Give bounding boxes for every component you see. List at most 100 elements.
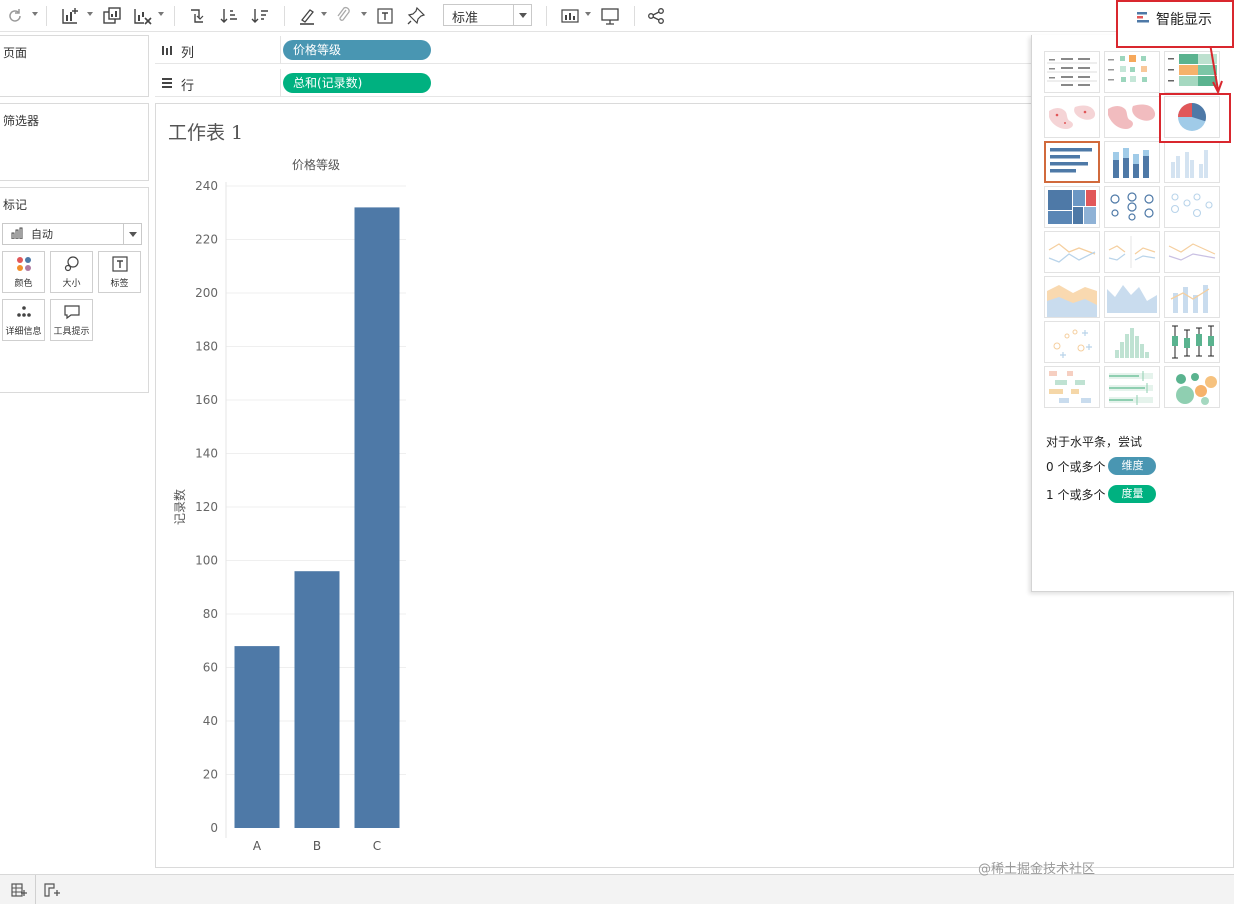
clear-sheet-icon[interactable] — [130, 4, 154, 28]
clear-sheet-caret-icon[interactable] — [158, 12, 164, 16]
chevron-down-icon[interactable] — [513, 5, 531, 25]
label-button[interactable]: 标签 — [98, 251, 141, 293]
new-sheet-icon[interactable] — [58, 4, 82, 28]
show-labels-icon[interactable] — [374, 4, 396, 28]
dimension-prefix: 0 个或多个 — [1046, 459, 1106, 474]
mark-type-select[interactable]: 自动 — [2, 223, 142, 245]
rows-shelf[interactable]: 行 总和(记录数) — [155, 69, 1031, 97]
toolbar-divider — [174, 6, 175, 26]
shelf-divider — [280, 36, 281, 64]
detail-label: 详细信息 — [5, 327, 42, 337]
filters-title: 筛选器 — [3, 114, 40, 128]
chart-header: 价格等级 — [292, 157, 340, 172]
filters-panel[interactable]: 筛选器 — [0, 103, 149, 181]
y-tick-label: 140 — [195, 447, 218, 461]
sort-ascending-icon[interactable] — [218, 4, 240, 28]
duplicate-sheet-icon[interactable] — [100, 4, 124, 28]
tab-divider — [35, 875, 36, 904]
detail-button[interactable]: 详细信息 — [2, 299, 45, 341]
tooltip-button[interactable]: 工具提示 — [50, 299, 93, 341]
swap-icon[interactable] — [186, 4, 208, 28]
gantt-chart-thumb[interactable] — [1044, 366, 1100, 408]
sort-descending-icon[interactable] — [249, 4, 271, 28]
pie-highlight-box — [1159, 93, 1231, 143]
new-dashboard-tab-icon[interactable] — [38, 880, 66, 900]
chevron-down-icon[interactable] — [123, 224, 141, 244]
y-tick-label: 200 — [195, 286, 218, 300]
pages-title: 页面 — [3, 46, 28, 60]
symbol-map-thumb[interactable] — [1044, 96, 1100, 138]
y-tick-label: 120 — [195, 500, 218, 514]
box-whisker-thumb[interactable] — [1164, 321, 1220, 363]
treemap-thumb[interactable] — [1044, 186, 1100, 228]
bullet-graph-thumb[interactable] — [1104, 366, 1160, 408]
color-label: 颜色 — [14, 279, 33, 289]
y-tick-label: 40 — [203, 714, 218, 728]
y-tick-label: 80 — [203, 607, 218, 621]
columns-shelf[interactable]: 列 价格等级 — [155, 36, 1031, 64]
presentation-icon[interactable] — [598, 4, 622, 28]
area-continuous-thumb[interactable] — [1044, 276, 1100, 318]
fit-select[interactable]: 标准 — [443, 4, 532, 26]
share-icon[interactable] — [645, 4, 667, 28]
bar-B — [294, 571, 340, 828]
dual-line-thumb[interactable] — [1164, 231, 1220, 273]
rows-label: 行 — [181, 79, 195, 94]
bar-A — [234, 646, 280, 828]
columns-icon — [161, 44, 181, 60]
fit-select-value: 标准 — [452, 11, 479, 26]
circle-view-thumb[interactable] — [1104, 186, 1160, 228]
marks-panel: 标记 自动 颜色 大小 标签 详细信息 工具提示 — [0, 187, 149, 393]
columns-pill[interactable]: 价格等级 — [283, 40, 431, 60]
show-cards-icon[interactable] — [558, 4, 582, 28]
y-tick-label: 0 — [210, 821, 218, 835]
new-sheet-caret-icon[interactable] — [87, 12, 93, 16]
marks-title: 标记 — [3, 198, 28, 212]
bar-chart-icon — [11, 227, 25, 242]
refresh-caret-icon[interactable] — [32, 12, 38, 16]
y-tick-label: 20 — [203, 768, 218, 782]
pin-icon[interactable] — [405, 4, 427, 28]
heat-map-thumb[interactable] — [1104, 51, 1160, 93]
group-caret-icon[interactable] — [361, 12, 367, 16]
histogram-thumb[interactable] — [1104, 321, 1160, 363]
line-continuous-thumb[interactable] — [1044, 231, 1100, 273]
tooltip-label: 工具提示 — [53, 327, 90, 337]
size-button[interactable]: 大小 — [50, 251, 93, 293]
line-discrete-thumb[interactable] — [1104, 231, 1160, 273]
toolbar: 标准 — [0, 0, 1234, 32]
scatter-plot-thumb[interactable] — [1044, 321, 1100, 363]
text-table-thumb[interactable] — [1044, 51, 1100, 93]
x-tick-label: B — [313, 839, 321, 853]
columns-shelf-label: 列 — [161, 42, 194, 61]
label-label: 标签 — [110, 279, 129, 289]
rows-pill[interactable]: 总和(记录数) — [283, 73, 431, 93]
show-cards-caret-icon[interactable] — [585, 12, 591, 16]
horizontal-bar-thumb[interactable] — [1044, 141, 1100, 183]
color-button[interactable]: 颜色 — [2, 251, 45, 293]
pages-panel[interactable]: 页面 — [0, 35, 149, 97]
side-by-side-circle-thumb[interactable] — [1164, 186, 1220, 228]
y-tick-label: 100 — [195, 554, 218, 568]
side-by-side-bar-thumb[interactable] — [1164, 141, 1220, 183]
dual-combination-thumb[interactable] — [1164, 276, 1220, 318]
measure-badge: 度量 — [1108, 485, 1157, 503]
bar-chart[interactable]: 0 20 40 60 80 100 120 140 160 180 200 220 240 价格等级记录数… — [156, 104, 456, 864]
group-clip-icon[interactable] — [333, 4, 355, 28]
dimension-requirement: 0 个或多个 维度 — [1046, 457, 1157, 475]
mark-type-value: 自动 — [31, 228, 53, 241]
area-discrete-thumb[interactable] — [1104, 276, 1160, 318]
highlight-pen-icon[interactable] — [296, 4, 318, 28]
stacked-bar-thumb[interactable] — [1104, 141, 1160, 183]
refresh-icon[interactable] — [4, 4, 26, 28]
smart-display-tab[interactable]: 智能显示 — [1116, 0, 1234, 48]
packed-bubbles-thumb[interactable] — [1164, 366, 1220, 408]
filled-map-thumb[interactable] — [1104, 96, 1160, 138]
watermark: @稀土掘金技术社区 — [978, 862, 1096, 877]
rows-icon — [161, 77, 181, 93]
smart-display-icon — [1136, 11, 1150, 29]
y-tick-label: 240 — [195, 179, 218, 193]
new-worksheet-tab-icon[interactable] — [5, 880, 33, 900]
rows-shelf-label: 行 — [161, 75, 194, 94]
highlight-caret-icon[interactable] — [321, 12, 327, 16]
